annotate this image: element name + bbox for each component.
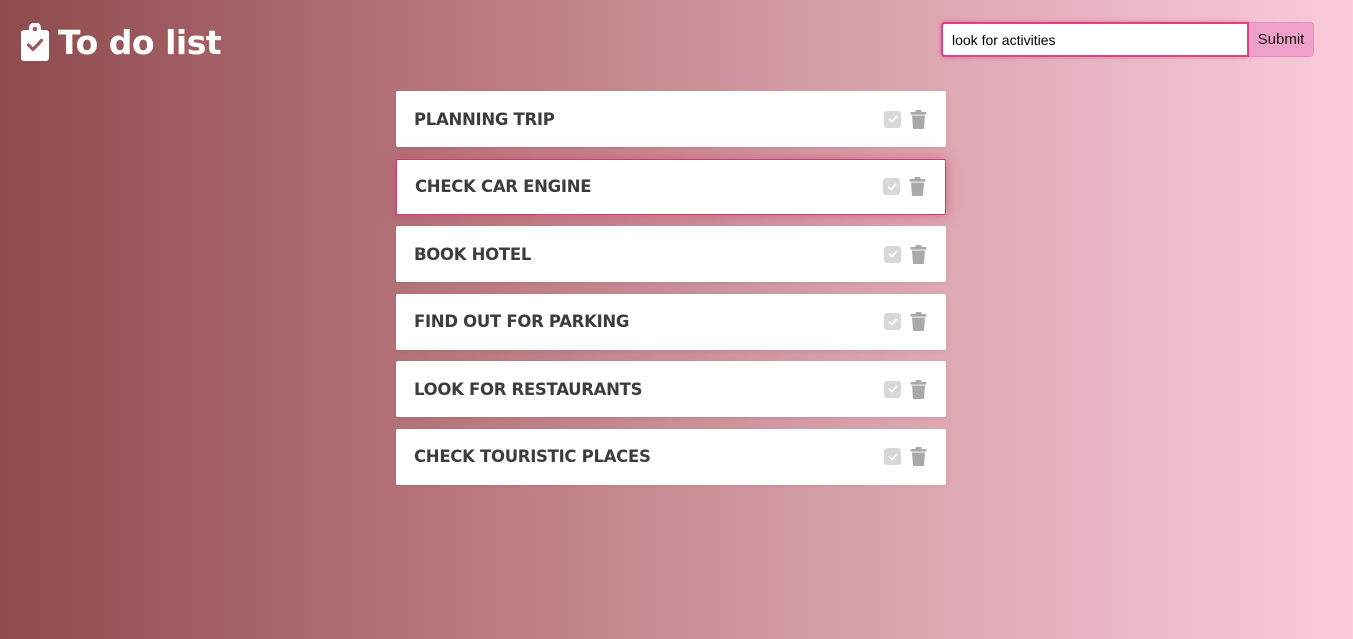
todo-text: FIND OUT FOR PARKING (414, 312, 630, 331)
trash-icon (910, 244, 927, 264)
todo-actions (884, 379, 927, 399)
todo-text: CHECK TOURISTIC PLACES (414, 447, 651, 466)
todo-text: CHECK CAR ENGINE (415, 177, 592, 196)
check-square-icon (887, 183, 896, 190)
trash-icon (909, 177, 926, 196)
todo-item: FIND OUT FOR PARKING (396, 293, 946, 350)
complete-button[interactable] (884, 313, 901, 330)
check-square-icon (888, 318, 897, 325)
todo-text: LOOK FOR RESTAURANTS (414, 379, 643, 399)
todo-list: PLANNING TRIP CHECK CAR ENGINE BOOK HOTE… (396, 91, 946, 496)
submit-button[interactable]: Submit (1249, 22, 1314, 57)
trash-icon (910, 379, 927, 399)
delete-button[interactable] (910, 447, 927, 466)
complete-button[interactable] (884, 110, 901, 128)
todo-item-selected: CHECK CAR ENGINE (396, 158, 946, 215)
todo-item: CHECK TOURISTIC PLACES (396, 428, 946, 485)
todo-actions (884, 312, 927, 331)
brand: To do list (20, 22, 222, 62)
trash-icon (910, 109, 927, 129)
todo-actions (884, 109, 927, 129)
search-input[interactable] (941, 22, 1249, 57)
page-title: To do list (58, 22, 222, 62)
delete-button[interactable] (910, 379, 927, 399)
todo-item: LOOK FOR RESTAURANTS (396, 361, 946, 417)
complete-button[interactable] (884, 245, 901, 263)
todo-item: PLANNING TRIP (396, 91, 946, 147)
complete-button[interactable] (883, 178, 900, 195)
todo-actions (883, 177, 926, 196)
trash-icon (910, 447, 927, 466)
delete-button[interactable] (909, 177, 926, 196)
todo-actions (884, 244, 927, 264)
clipboard-check-icon (21, 23, 49, 61)
todo-actions (884, 447, 927, 466)
trash-icon (910, 312, 927, 331)
todo-text: PLANNING TRIP (414, 109, 555, 129)
search-form: Submit (941, 22, 1314, 57)
complete-button[interactable] (884, 380, 901, 398)
delete-button[interactable] (910, 109, 927, 129)
check-square-icon (888, 385, 897, 393)
delete-button[interactable] (910, 312, 927, 331)
check-square-icon (888, 453, 897, 460)
todo-item: BOOK HOTEL (396, 226, 946, 282)
complete-button[interactable] (884, 448, 901, 465)
check-square-icon (888, 115, 897, 123)
check-square-icon (888, 250, 897, 258)
delete-button[interactable] (910, 244, 927, 264)
todo-text: BOOK HOTEL (414, 244, 532, 264)
